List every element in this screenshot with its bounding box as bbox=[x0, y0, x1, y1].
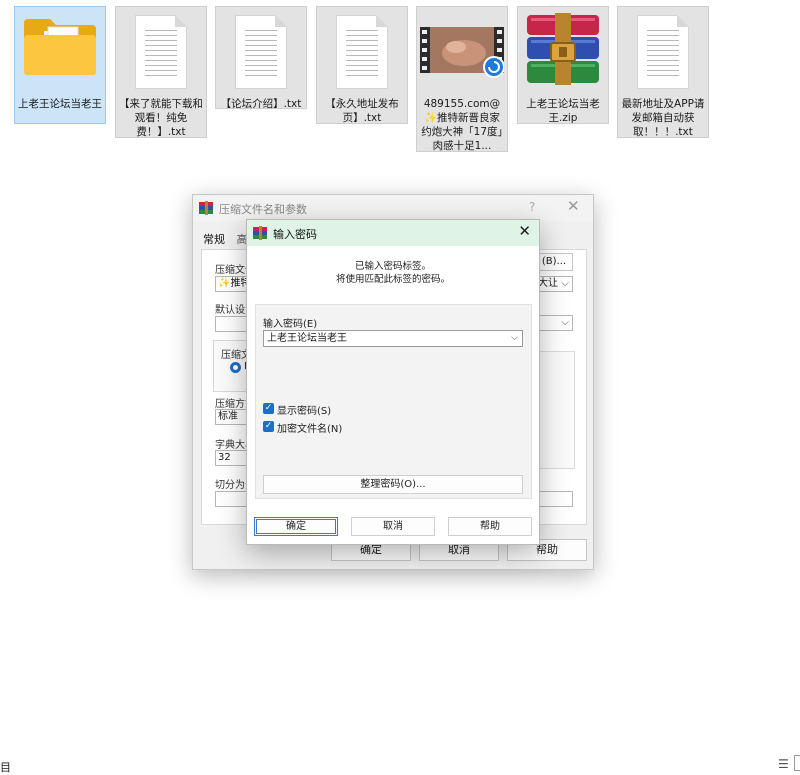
browse-button[interactable]: (B)... bbox=[535, 253, 573, 271]
password-dialog-title: 输入密码 bbox=[273, 228, 317, 241]
archive-dialog-titlebar[interactable]: 压缩文件名和参数 ? ✕ bbox=[193, 195, 593, 221]
profile-select-right[interactable]: ⌵ bbox=[535, 315, 573, 331]
file-tile-zip[interactable]: 上老王论坛当老王.zip bbox=[517, 6, 609, 124]
file-label: 【永久地址发布页】.txt bbox=[325, 98, 399, 124]
organize-passwords-button[interactable]: 整理密码(O)... bbox=[263, 475, 523, 494]
chevron-down-icon: ⌵ bbox=[561, 317, 569, 328]
archive-dialog-title: 压缩文件名和参数 bbox=[219, 203, 307, 216]
text-file-icon bbox=[336, 15, 388, 89]
file-label: 最新地址及APP请发邮箱自动获取！！！.txt bbox=[621, 98, 705, 138]
password-match-message: 将使用匹配此标签的密码。 bbox=[335, 274, 450, 285]
split-volumes-input[interactable] bbox=[215, 491, 249, 507]
password-value: 上老王论坛当老王 bbox=[267, 333, 347, 344]
close-icon[interactable]: ✕ bbox=[567, 197, 580, 215]
file-tile-folder[interactable]: 上老王论坛当老王 bbox=[14, 6, 106, 124]
password-dialog-titlebar[interactable]: 输入密码 ✕ bbox=[247, 220, 539, 246]
archive-name-input[interactable]: ✨推特 bbox=[215, 276, 249, 292]
tiles-view-icon[interactable] bbox=[794, 755, 800, 771]
update-mode-select[interactable]: 大让 ⌵ bbox=[535, 276, 573, 292]
tab-general[interactable]: 常规 bbox=[203, 233, 225, 246]
format-radio[interactable] bbox=[230, 362, 241, 373]
encrypt-filenames-checkbox[interactable]: ✓ bbox=[263, 421, 274, 432]
chevron-down-icon: ⌵ bbox=[561, 278, 569, 289]
password-cancel-button[interactable]: 取消 bbox=[351, 517, 435, 536]
text-file-icon bbox=[637, 15, 689, 89]
file-label: 上老王论坛当老王.zip bbox=[526, 98, 600, 124]
file-tile-txt[interactable]: 【来了就能下载和观看！纯免费！】.txt bbox=[115, 6, 207, 138]
details-view-icon[interactable]: ☰ bbox=[778, 757, 789, 771]
password-ok-button[interactable]: 确定 bbox=[254, 517, 338, 536]
video-thumbnail-icon bbox=[420, 27, 504, 78]
file-label: 489155.com@✨推特新晋良家约炮大神「17度」肉感十足1... bbox=[421, 98, 503, 152]
file-tile-txt[interactable]: 最新地址及APP请发邮箱自动获取！！！.txt bbox=[617, 6, 709, 138]
folder-icon bbox=[24, 19, 96, 75]
archive-options-group bbox=[535, 351, 575, 469]
password-field-label: 输入密码(E) bbox=[263, 319, 318, 330]
winrar-archive-icon bbox=[527, 13, 599, 85]
password-dialog: 输入密码 ✕ 已输入密码标签。 将使用匹配此标签的密码。 输入密码(E) 上老王… bbox=[246, 219, 540, 545]
show-password-label: 显示密码(S) bbox=[277, 406, 332, 417]
file-tile-video[interactable]: 489155.com@✨推特新晋良家约炮大神「17度」肉感十足1... bbox=[416, 6, 508, 152]
password-help-button[interactable]: 帮助 bbox=[448, 517, 532, 536]
file-tile-txt[interactable]: 【永久地址发布页】.txt bbox=[316, 6, 408, 124]
split-unit-select[interactable] bbox=[535, 491, 573, 507]
text-file-icon bbox=[135, 15, 187, 89]
file-label: 【论坛介绍】.txt bbox=[220, 98, 302, 110]
dictionary-size-select[interactable]: 32 bbox=[215, 450, 249, 466]
file-tile-txt[interactable]: 【论坛介绍】.txt bbox=[215, 6, 307, 110]
update-mode-value: 大让 bbox=[538, 278, 558, 289]
profile-select[interactable] bbox=[215, 316, 249, 332]
close-icon[interactable]: ✕ bbox=[518, 222, 531, 240]
chevron-down-icon[interactable]: ⌵ bbox=[511, 331, 518, 346]
file-label: 上老王论坛当老王 bbox=[18, 98, 102, 110]
password-input[interactable]: 上老王论坛当老王 ⌵ bbox=[263, 330, 523, 347]
password-label-message: 已输入密码标签。 bbox=[354, 261, 431, 272]
file-label: 【来了就能下载和观看！纯免费！】.txt bbox=[119, 98, 203, 138]
encrypt-filenames-label: 加密文件名(N) bbox=[277, 424, 343, 435]
compression-method-select[interactable]: 标准 bbox=[215, 409, 249, 425]
winrar-app-icon bbox=[199, 201, 213, 215]
archive-dialog-tabs: 常规 高 bbox=[203, 231, 248, 247]
show-password-checkbox[interactable]: ✓ bbox=[263, 403, 274, 414]
help-icon[interactable]: ? bbox=[529, 200, 535, 214]
text-file-icon bbox=[235, 15, 287, 89]
winrar-app-icon bbox=[253, 226, 267, 240]
